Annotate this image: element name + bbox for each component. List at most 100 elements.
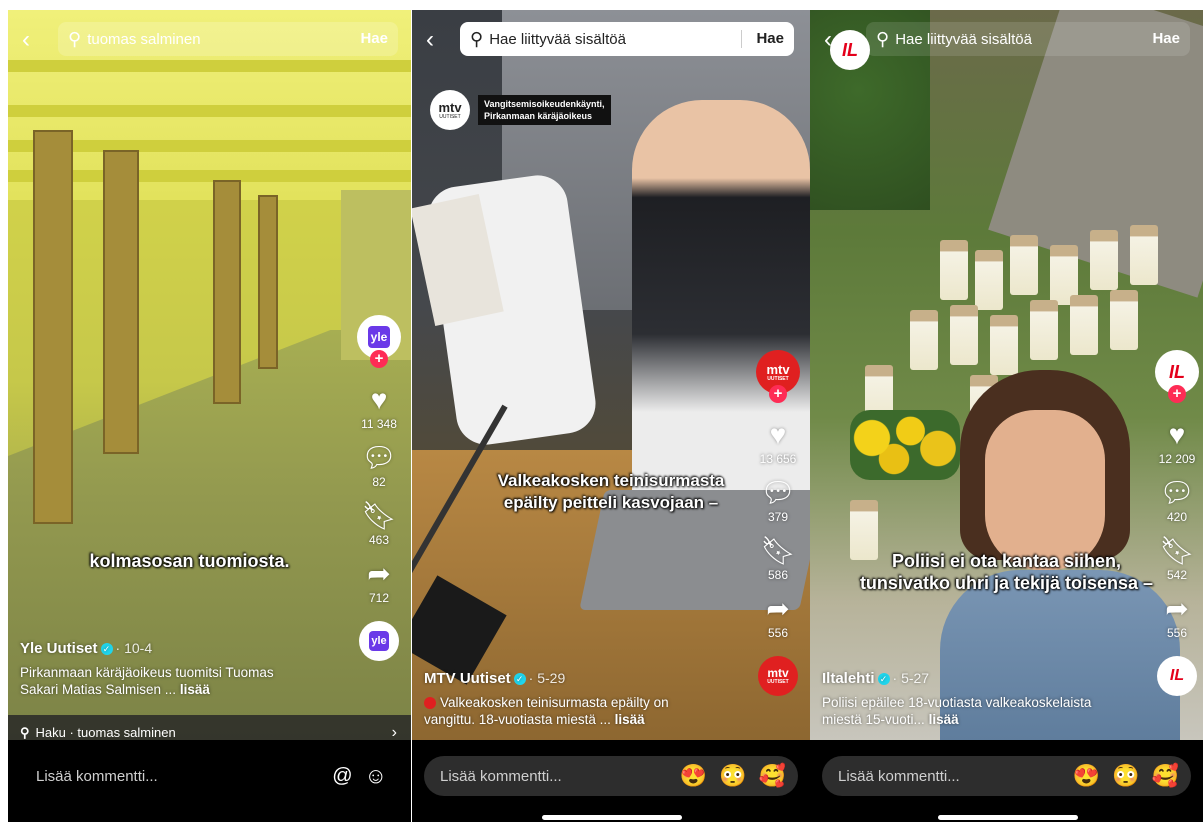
flushed-emoji-icon[interactable]: 😳 [719,763,746,789]
follow-plus-icon[interactable]: + [370,350,388,368]
like-action[interactable]: ♥ 13 656 [760,420,797,467]
share-arrow-icon[interactable]: ➦ [1165,594,1188,624]
heart-icon[interactable]: ♥ [371,385,388,415]
memorial-candle [990,315,1018,375]
comment-input[interactable]: Lisää kommentti... @ ☺ [20,756,399,796]
mention-at-icon[interactable]: @ [332,765,352,788]
follow-plus-icon[interactable]: + [769,385,787,403]
heart-icon[interactable]: ♥ [1169,420,1186,450]
cell-door [103,150,139,454]
video-frame-memorial[interactable] [810,10,1203,750]
verified-badge-icon: ✓ [877,672,890,685]
more-link[interactable]: lisää [929,712,959,727]
search-divider [741,30,742,48]
share-action[interactable]: ➦ 556 [766,594,789,641]
search-icon: ⚲ [20,724,30,740]
search-icon: ⚲ [876,28,890,49]
more-link[interactable]: lisää [180,682,210,697]
memorial-candle [975,250,1003,310]
video-meta: Iltalehti ✓ · 5-27 Poliisi epäilee 18-vuot… [822,670,1102,728]
save-action[interactable]: 🔖︎ 586 [760,536,796,583]
comment-placeholder: Lisää kommentti... [838,767,960,785]
sound-disc[interactable]: mtv UUTISET [758,656,798,696]
heart-eyes-emoji-icon[interactable]: 😍 [680,763,707,789]
video-frame-corridor[interactable] [8,10,411,750]
smiling-hearts-emoji-icon[interactable]: 🥰 [759,763,786,789]
save-action[interactable]: 🔖︎ 463 [361,501,397,548]
share-arrow-icon[interactable]: ➦ [766,594,789,624]
emoji-smiley-icon[interactable]: ☺ [365,763,387,789]
flushed-emoji-icon[interactable]: 😳 [1112,763,1139,789]
author-name[interactable]: Yle Uutiset [20,640,98,657]
like-count: 12 209 [1158,452,1196,466]
comment-action[interactable]: 💬︎ 420 [1159,478,1195,525]
mtv-logo: mtv UUTISET [430,90,470,130]
sound-disc[interactable]: yle [359,621,399,661]
creator-avatar[interactable]: mtv UUTISET + [756,350,800,403]
bookmark-icon[interactable]: 🔖︎ [760,536,796,566]
comment-placeholder: Lisää kommentti... [36,767,158,785]
red-circle-icon [424,697,436,710]
yle-logo: yle [369,631,389,651]
comment-bar: Lisää kommentti... 😍 😳 🥰 [412,740,810,822]
memorial-candle [1110,290,1138,350]
comment-bubble-icon[interactable]: 💬︎ [1159,478,1195,508]
memorial-candle [1130,225,1158,285]
share-count: 556 [1166,626,1188,640]
comment-count: 82 [372,475,386,489]
channel-badge: mtv UUTISET Vangitsemisoikeudenkäynti, P… [430,90,611,130]
comment-bubble-icon[interactable]: 💬︎ [361,443,397,473]
yle-logo: yle [368,326,390,348]
heart-icon[interactable]: ♥ [770,420,787,450]
cell-door [213,180,241,404]
more-link[interactable]: lisää [615,712,645,727]
share-action[interactable]: ➦ 556 [1165,594,1188,641]
creator-avatar[interactable]: IL + [1155,350,1199,403]
save-count: 463 [368,533,389,547]
comment-bar: Lisää kommentti... 😍 😳 🥰 [810,740,1203,822]
sound-avatar[interactable]: IL [1157,656,1197,696]
author-name[interactable]: Iltalehti [822,670,875,687]
sound-disc[interactable]: IL [1157,656,1197,696]
search-bar[interactable]: ⚲ tuomas salminen Hae [58,22,398,56]
smiling-hearts-emoji-icon[interactable]: 🥰 [1152,763,1179,789]
heart-eyes-emoji-icon[interactable]: 😍 [1073,763,1100,789]
bookmark-icon[interactable]: 🔖︎ [361,501,397,531]
search-input[interactable]: Hae liittyvää sisältöä [489,31,626,48]
search-bar[interactable]: ⚲ Hae liittyvää sisältöä Hae [866,22,1190,56]
search-input[interactable]: Hae liittyvää sisältöä [895,31,1032,48]
comment-input[interactable]: Lisää kommentti... 😍 😳 🥰 [424,756,798,796]
memorial-candle [940,240,968,300]
chevron-right-icon: › [391,723,397,741]
sound-avatar[interactable]: yle [359,621,399,661]
like-action[interactable]: ♥ 12 209 [1158,420,1196,467]
verified-badge-icon: ✓ [100,642,113,655]
author-name[interactable]: MTV Uutiset [424,670,511,687]
like-action[interactable]: ♥ 11 348 [361,385,397,432]
iltalehti-logo: IL [830,30,870,70]
memorial-candle [1090,230,1118,290]
comment-input[interactable]: Lisää kommentti... 😍 😳 🥰 [822,756,1191,796]
video-description[interactable]: Pirkanmaan käräjäoikeus tuomitsi Tuomas … [20,665,274,697]
video-panel-yle[interactable]: ‹ ⚲ tuomas salminen Hae yle + ♥ 11 348 💬… [8,10,411,822]
search-button[interactable]: Hae [360,30,388,47]
action-rail: IL + ♥ 12 209 💬︎ 420 🔖︎ 542 ➦ 556 IL [1153,350,1201,696]
search-icon: ⚲ [68,28,82,49]
search-icon: ⚲ [470,28,484,49]
follow-plus-icon[interactable]: + [1168,385,1186,403]
back-arrow-icon[interactable]: ‹ [426,28,434,52]
memorial-candle [1010,235,1038,295]
sound-avatar[interactable]: mtv UUTISET [758,656,798,696]
video-panel-mtv[interactable]: ‹ ⚲ Hae liittyvää sisältöä Hae mtv UUTIS… [412,10,810,822]
video-panel-iltalehti[interactable]: ‹ IL ⚲ Hae liittyvää sisältöä Hae IL + ♥… [810,10,1203,822]
search-button[interactable]: Hae [756,30,784,47]
comment-action[interactable]: 💬︎ 82 [361,443,397,490]
top-bar: ‹ IL ⚲ Hae liittyvää sisältöä Hae [810,10,1203,70]
video-caption: Poliisi ei ota kantaa siihen, tunsivatko… [859,551,1154,593]
search-suggestion-label: Haku · tuomas salminen [35,725,176,740]
back-arrow-icon[interactable]: ‹ [22,28,30,52]
search-button[interactable]: Hae [1152,30,1180,47]
search-input[interactable]: tuomas salminen [87,31,200,48]
search-bar[interactable]: ⚲ Hae liittyvää sisältöä Hae [460,22,794,56]
creator-avatar[interactable]: yle + [357,315,401,368]
